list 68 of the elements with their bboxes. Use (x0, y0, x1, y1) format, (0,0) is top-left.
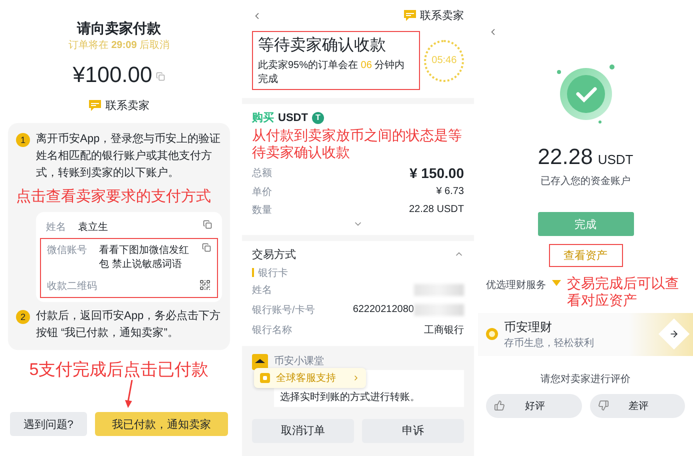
copy-icon[interactable] (203, 220, 212, 229)
asset-name: USDT (278, 112, 308, 124)
annotation-arrow (124, 380, 134, 408)
annotation-text: 从付款到卖家放币之间的状态是等待卖家确认收款 (252, 127, 463, 161)
field-value: 62220212080 (352, 304, 414, 316)
chevron-icon (352, 374, 360, 382)
cancel-order-button[interactable]: 取消订单 (252, 418, 354, 443)
token-icon: T (312, 112, 324, 124)
screen-title: 请向卖家付款 (77, 20, 161, 38)
services-label: 优选理财服务 (486, 278, 546, 292)
tooltip-text: 全球客服支持 (276, 372, 336, 385)
received-amount: 22.28 (538, 144, 593, 170)
field-value: 袁立生 (78, 220, 109, 234)
arrow-right-icon (669, 329, 679, 340)
support-icon (260, 372, 270, 383)
countdown-text: 订单将在 29:09 后取消 (68, 38, 170, 52)
field-value: 工商银行 (424, 324, 464, 337)
field-label: 姓名 (252, 284, 272, 297)
status-title: 等待卖家确认收款 (258, 36, 387, 56)
coin-icon (486, 328, 498, 340)
deposit-note: 已存入您的资金账户 (540, 174, 630, 188)
annotation-text: 5支付完成后点击已付款 (29, 360, 209, 380)
field-value: ¥ 150.00 (410, 164, 464, 181)
field-label: 总额 (252, 166, 272, 180)
field-label: 银行名称 (252, 324, 292, 337)
step-number: 2 (16, 310, 30, 324)
field-label: 微信账号 (47, 244, 87, 257)
product-card[interactable]: 币安理财 存币生息，轻松获利 (478, 312, 693, 356)
field-value: ¥ 6.73 (436, 186, 464, 198)
order-side: 购买 (252, 111, 274, 125)
section-title: 交易方式 (252, 248, 296, 262)
status-note: 此卖家95%的订单会在 06 分钟内完成 (258, 58, 406, 86)
step-text: 离开币安App，登录您与币安上的验证姓名相匹配的银行账户或其他支付方式，转账到卖家的以下账户。 (36, 132, 222, 181)
thumbs-up-icon (494, 400, 505, 412)
copy-icon[interactable] (202, 243, 211, 252)
appeal-button[interactable]: 申诉 (362, 418, 464, 443)
annotation-text: 点击查看卖家要求的支付方式 (16, 188, 212, 206)
payment-method: 银行卡 (258, 266, 288, 280)
field-label: 姓名 (46, 221, 66, 234)
method-marker (252, 268, 254, 278)
rating-prompt: 请您对卖家进行评价 (540, 372, 630, 386)
contact-seller-link[interactable]: 联系卖家 (420, 8, 464, 23)
amount-unit: USDT (598, 152, 634, 167)
field-label: 单价 (252, 186, 272, 199)
product-name: 币安理财 (504, 318, 553, 336)
caret-icon (552, 280, 561, 286)
field-label: 收款二维码 (47, 280, 97, 293)
annotation-text: 交易完成后可以查看对应资产 (567, 275, 680, 309)
product-tagline: 存币生息，轻松获利 (504, 336, 594, 350)
lesson-title: 币安小课堂 (274, 354, 325, 368)
qr-code-icon[interactable] (199, 279, 211, 291)
field-label: 银行账号/卡号 (252, 304, 315, 317)
paid-button[interactable]: 我已付款，通知卖家 (94, 412, 228, 436)
countdown-timer: 05:46 (424, 40, 464, 82)
lesson-icon (252, 354, 268, 370)
good-rating-button[interactable]: 好评 (486, 394, 582, 418)
step-text: 付款后，返回币安App，务必点击下方按钮 “我已付款，通知卖家”。 (36, 308, 222, 341)
bad-rating-button[interactable]: 差评 (590, 394, 685, 418)
field-value: 22.28 USDT (408, 204, 464, 216)
amount: ¥100.00 (72, 62, 152, 88)
field-value: 看看下图加微信发红包 禁止说敏感词语 (99, 244, 190, 271)
chat-icon (404, 10, 416, 21)
thumbs-down-icon (598, 400, 608, 412)
chat-icon (88, 100, 100, 111)
field-label: 数量 (252, 204, 272, 217)
contact-seller-link[interactable]: 联系卖家 (106, 98, 150, 113)
step-number: 1 (16, 133, 30, 147)
help-button[interactable]: 遇到问题? (10, 412, 87, 436)
